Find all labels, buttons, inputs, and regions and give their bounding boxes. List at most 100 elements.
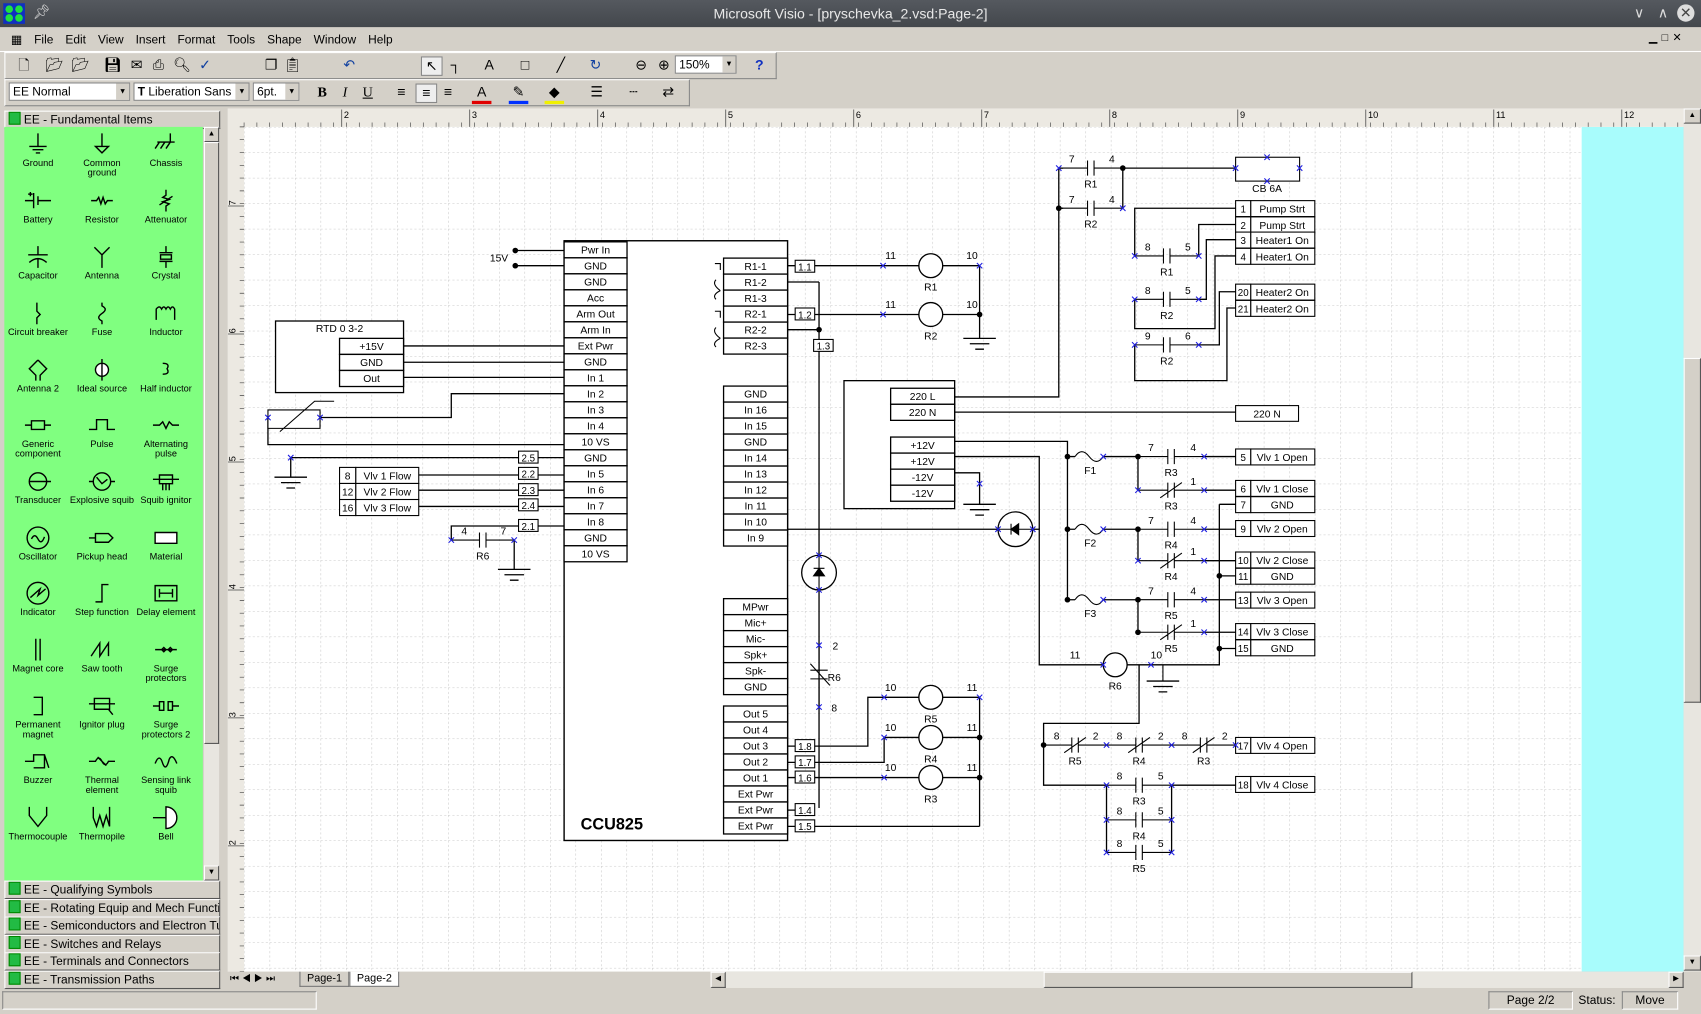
- text-tool-icon[interactable]: A: [479, 56, 499, 73]
- menu-file[interactable]: File: [30, 30, 58, 50]
- line-tool-icon[interactable]: ╱: [551, 56, 571, 73]
- stencil-header-5[interactable]: EE - Transmission Paths: [4, 970, 221, 990]
- stencil-shape-pulse[interactable]: Pulse: [69, 413, 134, 449]
- stencil-shape-surge-protectors-2[interactable]: Surge protectors 2: [133, 694, 198, 740]
- canvas-scroll-left[interactable]: ◀: [710, 971, 726, 988]
- fill-color-icon[interactable]: ◆: [544, 84, 565, 105]
- stencil-shape-antenna[interactable]: Antenna: [69, 245, 134, 281]
- relay-coil[interactable]: [918, 253, 944, 279]
- canvas-scroll-up[interactable]: ▲: [1683, 108, 1701, 124]
- stencil-shape-alternating-pulse[interactable]: Alternating pulse: [133, 413, 198, 459]
- stencil-shape-explosive-squib[interactable]: Explosive squib: [69, 470, 134, 506]
- stencil-shape-circuit-breaker[interactable]: Circuit breaker: [5, 301, 70, 337]
- stencil-shape-magnet-core[interactable]: Magnet core: [5, 638, 70, 674]
- relay-coil[interactable]: [918, 684, 944, 710]
- relay-coil[interactable]: [918, 764, 944, 791]
- italic-button[interactable]: I: [335, 84, 355, 101]
- align-right-icon[interactable]: ≡: [438, 84, 458, 101]
- stencil-shape-thermocouple[interactable]: Thermocouple: [5, 806, 70, 842]
- canvas-horizontal-scrollbar[interactable]: ◀ ▶: [710, 971, 1684, 988]
- save-icon[interactable]: 💾︎: [103, 56, 123, 73]
- stencil-shape-buzzer[interactable]: Buzzer: [5, 749, 70, 785]
- connector-tool-icon[interactable]: ┐: [446, 56, 466, 73]
- stencil-shape-pickup-head[interactable]: Pickup head: [69, 526, 134, 562]
- line-color-icon[interactable]: ✎: [508, 84, 529, 105]
- zoom-select[interactable]: 150% ▼: [674, 55, 737, 74]
- menu-help[interactable]: Help: [364, 30, 397, 50]
- stencil-shape-indicator[interactable]: Indicator: [5, 581, 70, 617]
- mail-icon[interactable]: ✉: [127, 56, 147, 73]
- undo-icon[interactable]: ↶: [340, 56, 360, 73]
- spelling-icon[interactable]: ✓: [195, 56, 215, 73]
- relay-coil[interactable]: [918, 724, 944, 751]
- scroll-thumb[interactable]: [203, 142, 220, 744]
- rectangle-tool-icon[interactable]: □: [515, 56, 535, 73]
- stencil-shape-transducer[interactable]: Transducer: [5, 470, 70, 506]
- stencil-header-1[interactable]: EE - Rotating Equip and Mech Functions: [4, 898, 221, 918]
- canvas-scroll-right[interactable]: ▶: [1668, 971, 1684, 988]
- stencil-shape-oscillator[interactable]: Oscillator: [5, 526, 70, 562]
- tab-page-1[interactable]: Page-1: [299, 971, 350, 987]
- stencil-shape-battery[interactable]: Battery: [5, 189, 70, 225]
- stencil-shape-permanent-magnet[interactable]: Permanent magnet: [5, 694, 70, 740]
- stencil-shape-half-inductor[interactable]: Half inductor: [133, 358, 198, 394]
- align-center-icon[interactable]: ≡: [415, 83, 438, 104]
- menu-insert[interactable]: Insert: [131, 30, 170, 50]
- stencil-shape-ideal-source[interactable]: Ideal source: [69, 358, 134, 394]
- tab-page-2[interactable]: Page-2: [349, 971, 400, 987]
- doc-window-controls[interactable]: ▁□✕: [1649, 33, 1686, 45]
- relay-coil[interactable]: [918, 301, 944, 328]
- canvas-scroll-down[interactable]: ▼: [1683, 955, 1701, 971]
- document-icon[interactable]: ▦: [0, 29, 26, 50]
- stencil-shape-attenuator[interactable]: Attenuator: [133, 189, 198, 225]
- menu-shape[interactable]: Shape: [263, 30, 306, 50]
- zoom-out-icon[interactable]: ⊖: [631, 56, 651, 73]
- font-select[interactable]: T Liberation Sans ▼: [133, 82, 250, 101]
- stencil-shape-surge-protectors[interactable]: Surge protectors: [133, 638, 198, 684]
- stencil-shape-bell[interactable]: Bell: [133, 806, 198, 842]
- line-pattern-icon[interactable]: ┄: [624, 84, 644, 101]
- paste-icon[interactable]: 📋︎: [283, 56, 303, 73]
- stencil-scrollbar[interactable]: ▲ ▼: [203, 126, 220, 881]
- stencil-shape-thermopile[interactable]: Thermopile: [69, 806, 134, 842]
- bold-button[interactable]: B: [312, 84, 332, 101]
- stencil-shape-fuse[interactable]: Fuse: [69, 301, 134, 337]
- stencil-shape-resistor[interactable]: Resistor: [69, 189, 134, 225]
- stencil-shape-material[interactable]: Material: [133, 526, 198, 562]
- close-button[interactable]: ✕: [1677, 4, 1695, 22]
- minimize-button[interactable]: ∨: [1630, 4, 1647, 21]
- maximize-button[interactable]: ∧: [1654, 4, 1671, 21]
- stencil-header-4[interactable]: EE - Terminals and Connectors: [4, 952, 221, 972]
- relay-coil[interactable]: [1102, 652, 1128, 678]
- menu-window[interactable]: Window: [309, 30, 360, 50]
- stencil-shape-ignitor-plug[interactable]: Ignitor plug: [69, 694, 134, 730]
- align-left-icon[interactable]: ≡: [392, 84, 412, 101]
- stencil-shape-antenna-2[interactable]: Antenna 2: [5, 358, 70, 394]
- stencil-shape-delay-element[interactable]: Delay element: [133, 581, 198, 617]
- stencil-header-3[interactable]: EE - Switches and Relays: [4, 934, 221, 954]
- scroll-up-button[interactable]: ▲: [203, 126, 220, 143]
- stencil-shape-saw-tooth[interactable]: Saw tooth: [69, 638, 134, 674]
- canvas-vertical-scrollbar[interactable]: ▲ ▼: [1683, 108, 1701, 972]
- circuit-breaker[interactable]: [1235, 156, 1301, 182]
- stencil-shape-generic-component[interactable]: Generic component: [5, 413, 70, 459]
- help-button[interactable]: ?: [750, 56, 770, 73]
- stencil-shape-inductor[interactable]: Inductor: [133, 301, 198, 337]
- print-preview-icon[interactable]: 🔍︎: [172, 56, 192, 73]
- style-select[interactable]: EE Normal ▼: [8, 82, 131, 101]
- pointer-tool-icon[interactable]: ↖: [420, 56, 443, 76]
- font-color-icon[interactable]: A: [471, 84, 492, 105]
- underline-button[interactable]: U: [358, 84, 378, 101]
- stencil-shape-crystal[interactable]: Crystal: [133, 245, 198, 281]
- zoom-in-icon[interactable]: ⊕: [654, 56, 674, 73]
- stencil-shape-chassis[interactable]: Chassis: [133, 132, 198, 168]
- new-icon[interactable]: 🗋︎: [14, 56, 34, 73]
- stencil-shape-ground[interactable]: Ground: [5, 132, 70, 168]
- font-size-select[interactable]: 6pt. ▼: [252, 82, 300, 101]
- menu-tools[interactable]: Tools: [223, 30, 260, 50]
- stencil-shape-sensing-link-squib[interactable]: Sensing link squib: [133, 749, 198, 795]
- print-icon[interactable]: ⎙: [149, 56, 169, 73]
- line-weight-icon[interactable]: ☰: [587, 84, 607, 101]
- line-ends-icon[interactable]: ⇄: [658, 84, 678, 101]
- menu-view[interactable]: View: [94, 30, 128, 50]
